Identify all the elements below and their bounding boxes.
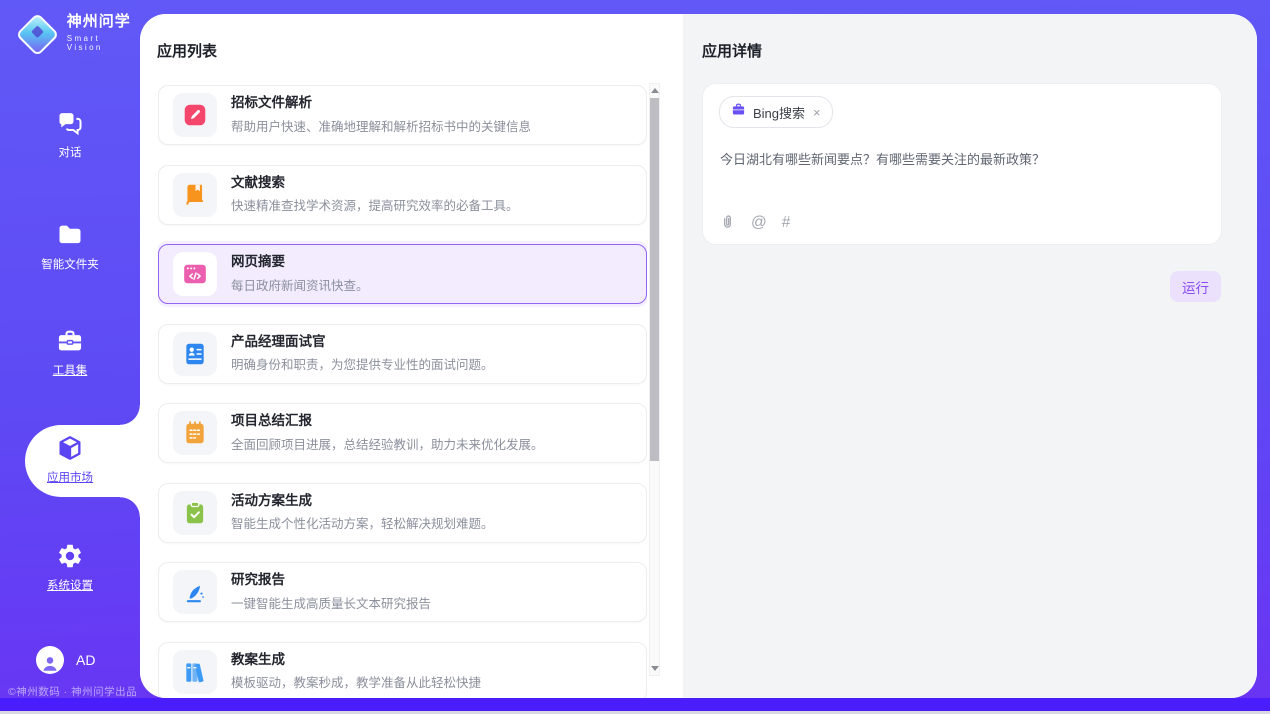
sidebar-item-chat[interactable]: 对话 <box>0 109 140 160</box>
folder-icon <box>0 221 140 249</box>
app-card-title: 教案生成 <box>231 652 481 668</box>
briefcase-icon <box>731 102 746 122</box>
scroll-down-button[interactable] <box>651 666 659 671</box>
attachment-icon[interactable] <box>719 214 736 231</box>
user-avatar-icon <box>36 646 64 674</box>
gear-icon <box>0 542 140 570</box>
sidebar-item-label: 对话 <box>0 144 140 160</box>
app-card-desc: 每日政府新闻资讯快查。 <box>231 275 369 294</box>
app-card-title: 研究报告 <box>231 572 431 588</box>
app-card-desc: 全面回顾项目进展，总结经验教训，助力未来优化发展。 <box>231 434 544 453</box>
app-card[interactable]: 产品经理面试官 明确身份和职责，为您提供专业性的面试问题。 <box>158 324 647 384</box>
clipboard-check-icon <box>173 491 217 535</box>
composer-toolbar: @ # <box>719 214 790 231</box>
copyright-footer: ©神州数码 · 神州问学出品 <box>8 684 138 699</box>
user-name: AD <box>76 652 95 668</box>
toolbox-icon <box>0 327 140 355</box>
list-scrollbar[interactable] <box>649 83 660 676</box>
app-card-desc: 一键智能生成高质量长文本研究报告 <box>231 593 431 612</box>
sidebar-item-app-market[interactable]: 应用市场 <box>0 434 140 485</box>
app-card-title: 招标文件解析 <box>231 95 531 111</box>
edit-square-icon <box>173 93 217 137</box>
app-card-title: 网页摘要 <box>231 254 369 270</box>
app-card[interactable]: 招标文件解析 帮助用户快速、准确地理解和解析招标书中的关键信息 <box>158 85 647 145</box>
app-card-title: 文献搜索 <box>231 175 519 191</box>
sidebar: 神州问学 Smart Vision 对话 智能文件夹 工具集 <box>0 0 140 714</box>
sidebar-item-toolset[interactable]: 工具集 <box>0 327 140 378</box>
mention-icon[interactable]: @ <box>751 215 767 231</box>
book-icon <box>173 173 217 217</box>
app-logo: 神州问学 Smart Vision <box>19 14 140 52</box>
main-window: 应用列表 招标文件解析 帮助用户快速、准确地理解和解析招标书中的关键信息 文献搜… <box>140 14 1257 698</box>
sidebar-item-label: 工具集 <box>0 362 140 378</box>
cube-icon <box>0 434 140 462</box>
logo-title: 神州问学 <box>67 14 140 31</box>
app-card-desc: 模板驱动，教案秒成，教学准备从此轻松快捷 <box>231 672 481 691</box>
sidebar-item-settings[interactable]: 系统设置 <box>0 542 140 593</box>
app-card-title: 产品经理面试官 <box>231 334 494 350</box>
app-card-list: 招标文件解析 帮助用户快速、准确地理解和解析招标书中的关键信息 文献搜索 快速精… <box>158 85 647 698</box>
app-card[interactable]: 网页摘要 每日政府新闻资讯快查。 <box>158 244 647 304</box>
app-card-desc: 智能生成个性化活动方案，轻松解决规划难题。 <box>231 513 494 532</box>
prompt-text[interactable]: 今日湖北有哪些新闻要点？有哪些需要关注的最新政策？ <box>720 150 1201 170</box>
app-card-desc: 快速精准查找学术资源，提高研究效率的必备工具。 <box>231 195 519 214</box>
app-detail-title: 应用详情 <box>702 40 762 61</box>
scroll-up-button[interactable] <box>651 88 659 93</box>
app-card-desc: 帮助用户快速、准确地理解和解析招标书中的关键信息 <box>231 116 531 135</box>
app-card-title: 活动方案生成 <box>231 493 494 509</box>
sidebar-item-smart-folder[interactable]: 智能文件夹 <box>0 221 140 272</box>
logo-subtitle: Smart Vision <box>67 34 140 52</box>
bottom-accent-strip <box>0 698 1270 711</box>
resume-icon <box>173 332 217 376</box>
app-card[interactable]: 项目总结汇报 全面回顾项目进展，总结经验教训，助力未来优化发展。 <box>158 403 647 463</box>
notepad-icon <box>173 411 217 455</box>
sidebar-item-label: 系统设置 <box>0 577 140 593</box>
app-root: 神州问学 Smart Vision 对话 智能文件夹 工具集 <box>0 0 1270 714</box>
run-button[interactable]: 运行 <box>1170 271 1221 302</box>
sidebar-item-label: 智能文件夹 <box>0 256 140 272</box>
ink-icon <box>173 570 217 614</box>
scrollbar-thumb[interactable] <box>650 98 659 461</box>
books-icon <box>173 650 217 694</box>
tool-tag-label: Bing搜索 <box>753 103 805 122</box>
sidebar-item-label: 应用市场 <box>0 469 140 485</box>
app-list-panel: 应用列表 招标文件解析 帮助用户快速、准确地理解和解析招标书中的关键信息 文献搜… <box>140 14 683 698</box>
close-icon[interactable]: × <box>813 105 821 120</box>
prompt-composer[interactable]: Bing搜索 × 今日湖北有哪些新闻要点？有哪些需要关注的最新政策？ @ # <box>702 83 1222 245</box>
tool-tag-bing-search[interactable]: Bing搜索 × <box>719 96 833 128</box>
app-card-desc: 明确身份和职责，为您提供专业性的面试问题。 <box>231 354 494 373</box>
browser-code-icon <box>173 252 217 296</box>
app-card[interactable]: 研究报告 一键智能生成高质量长文本研究报告 <box>158 562 647 622</box>
app-card[interactable]: 活动方案生成 智能生成个性化活动方案，轻松解决规划难题。 <box>158 483 647 543</box>
app-card-title: 项目总结汇报 <box>231 413 544 429</box>
app-list-title: 应用列表 <box>157 40 217 61</box>
chat-icon <box>0 109 140 137</box>
hashtag-icon[interactable]: # <box>782 215 791 231</box>
app-card[interactable]: 教案生成 模板驱动，教案秒成，教学准备从此轻松快捷 <box>158 642 647 699</box>
user-account[interactable]: AD <box>36 646 95 674</box>
logo-diamond-icon <box>16 12 60 56</box>
app-card[interactable]: 文献搜索 快速精准查找学术资源，提高研究效率的必备工具。 <box>158 165 647 225</box>
app-detail-panel: 应用详情 Bing搜索 × 今日湖北有哪些新闻要点？有哪些需要关注的最新政策？ … <box>683 14 1257 698</box>
